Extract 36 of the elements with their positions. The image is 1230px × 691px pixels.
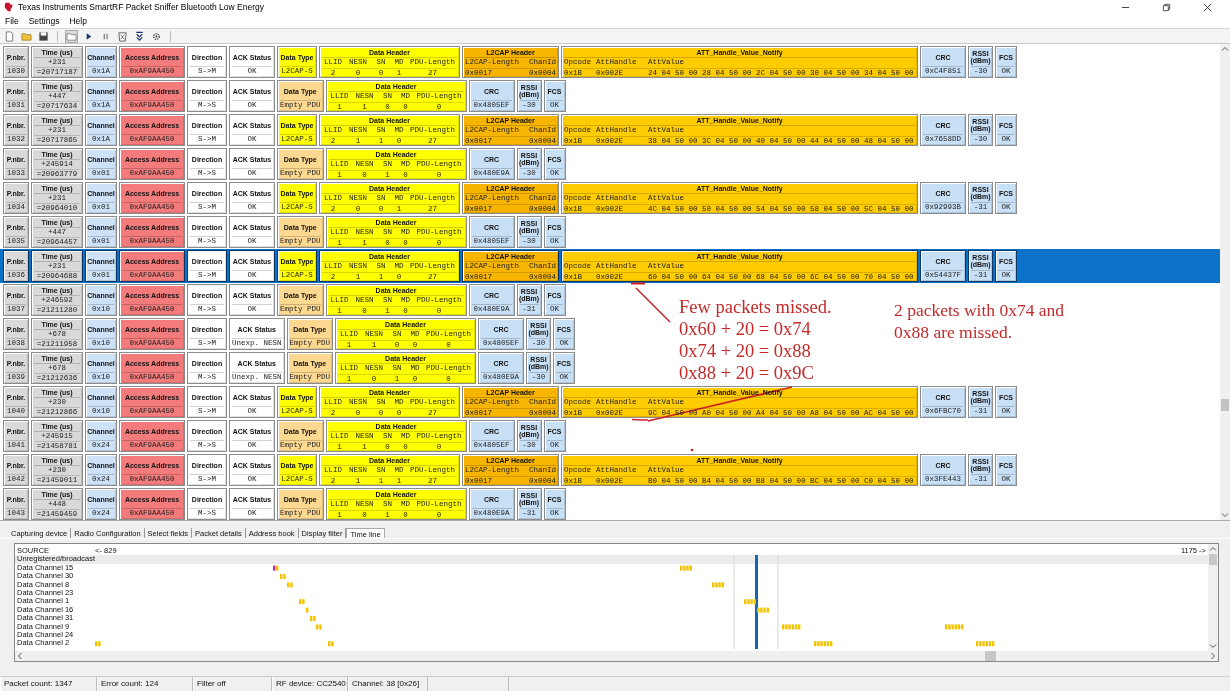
scrollbar[interactable]: [1220, 44, 1230, 520]
scrollbar[interactable]: [1208, 544, 1218, 651]
status-field: RF device: CC2540: [272, 677, 348, 691]
scroll-right-icon[interactable]: [1208, 651, 1218, 661]
scroll-down-icon[interactable]: [1208, 641, 1218, 651]
new-file-icon[interactable]: [3, 29, 16, 43]
scrollbar[interactable]: [15, 651, 1218, 661]
status-field: Filter off: [193, 677, 272, 691]
status-field: Channel: 38 [0x26]: [348, 677, 428, 691]
save-icon[interactable]: [37, 29, 50, 43]
annotation-text: Few packets missed.: [679, 296, 832, 318]
annotation-text: 0x60 + 20 = 0x74: [679, 318, 811, 340]
scroll-down-icon[interactable]: [1220, 510, 1230, 520]
window-title: Texas Instruments SmartRF Packet Sniffer Bluetooth Low Energy: [18, 2, 264, 12]
scroll-thumb[interactable]: [985, 651, 996, 661]
annotation-text: 2 packets with 0x74 and: [894, 299, 1065, 321]
menu-item[interactable]: Settings: [28, 16, 60, 26]
scroll-thumb[interactable]: [1209, 554, 1217, 565]
underline-mark: [630, 282, 646, 285]
annotation-text: 0x88 + 20 = 0x9C: [679, 362, 814, 384]
menu-item[interactable]: Help: [69, 16, 87, 26]
dot-mark: [690, 448, 694, 452]
app-icon: [4, 2, 14, 12]
annotation-text: 0x74 + 20 = 0x88: [679, 340, 811, 362]
status-field: Error count: 124: [97, 677, 193, 691]
restore-icon[interactable]: [1162, 2, 1171, 12]
status-field: Packet count: 1347: [0, 677, 97, 691]
scroll-thumb[interactable]: [1221, 399, 1229, 411]
scroll-up-icon[interactable]: [1220, 44, 1230, 54]
close-icon[interactable]: [1203, 2, 1212, 12]
annotation-text: 0x88 are missed.: [894, 321, 1013, 343]
clear-icon[interactable]: [116, 29, 129, 43]
scroll-up-icon[interactable]: [1208, 544, 1218, 554]
menu-item[interactable]: File: [5, 16, 19, 26]
scroll-left-icon[interactable]: [15, 651, 25, 661]
double-down-icon[interactable]: [133, 29, 146, 43]
